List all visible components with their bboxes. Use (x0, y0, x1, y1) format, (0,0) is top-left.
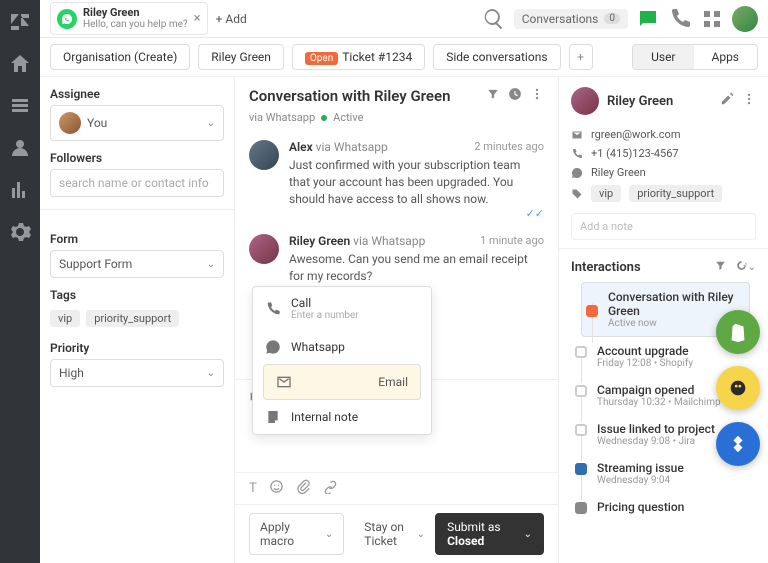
assignee-label: Assignee (50, 87, 224, 101)
customers-icon[interactable] (8, 136, 32, 160)
add-note-input[interactable]: Add a note (571, 213, 756, 240)
history-icon[interactable] (508, 87, 522, 105)
avatar (249, 234, 279, 264)
close-icon[interactable]: × (194, 11, 201, 26)
mail-icon (571, 129, 583, 141)
tab-right-apps[interactable]: Apps (694, 45, 758, 69)
user-avatar[interactable] (732, 6, 758, 32)
channel-whatsapp[interactable]: Whatsapp (253, 330, 431, 364)
assignee-avatar (59, 112, 81, 134)
tab-title: Riley Green (83, 7, 188, 19)
edit-icon[interactable] (720, 92, 734, 110)
form-select[interactable]: Support Form⌄ (50, 250, 224, 278)
message-row: Alex via Whatsapp2 minutes ago Just conf… (249, 140, 544, 220)
whatsapp-icon (571, 167, 583, 179)
read-receipt-icon: ✓✓ (289, 207, 544, 220)
channel-menu: CallEnter a number Whatsapp Email Intern… (252, 286, 432, 435)
tag-vip[interactable]: vip (50, 310, 80, 327)
text-format-icon[interactable]: T (249, 481, 257, 496)
jira-fab[interactable] (716, 422, 760, 466)
whatsapp-icon (57, 9, 77, 29)
tag-priority: priority_support (629, 185, 722, 202)
reports-icon[interactable] (8, 178, 32, 202)
refresh-icon[interactable] (727, 259, 748, 276)
filter-icon[interactable] (706, 259, 727, 276)
phone-icon[interactable] (668, 7, 692, 31)
followers-input[interactable]: search name or contact info (50, 169, 224, 197)
tab-organisation[interactable]: Organisation (Create) (50, 44, 190, 70)
tags-label: Tags (50, 288, 224, 302)
avatar (249, 140, 279, 170)
interaction-item[interactable]: Pricing question (571, 493, 760, 521)
status-dot (321, 115, 327, 121)
topbar: Riley Green Hello, can you help me? × + … (40, 0, 768, 38)
phone-icon (571, 148, 583, 160)
user-avatar (571, 87, 599, 115)
link-icon[interactable] (323, 479, 338, 498)
tab-subtitle: Hello, can you help me? (83, 19, 188, 30)
conversations-pill[interactable]: Conversations 0 (514, 9, 628, 29)
channel-internal-note[interactable]: Internal note (253, 400, 431, 434)
emoji-icon[interactable] (269, 479, 284, 498)
active-ticket-tab[interactable]: Riley Green Hello, can you help me? × (50, 2, 208, 35)
home-icon[interactable] (8, 52, 32, 76)
add-tab-plus[interactable]: + (569, 44, 593, 70)
mailchimp-fab[interactable] (716, 366, 760, 410)
tab-user[interactable]: Riley Green (198, 44, 284, 70)
views-icon[interactable] (8, 94, 32, 118)
settings-icon[interactable] (8, 220, 32, 244)
zendesk-icon[interactable] (8, 10, 32, 34)
apps-grid-icon[interactable] (700, 7, 724, 31)
shopify-fab[interactable] (716, 310, 760, 354)
more-icon[interactable] (742, 92, 756, 110)
priority-select[interactable]: High⌄ (50, 359, 224, 387)
filter-icon[interactable] (486, 87, 500, 105)
nav-rail (0, 0, 40, 563)
app-fabs (716, 310, 760, 466)
tag-vip: vip (591, 185, 621, 202)
properties-panel: Assignee You⌄ Followers search name or c… (40, 77, 235, 563)
tab-right-user[interactable]: User (633, 45, 693, 69)
conv-count: 0 (604, 13, 620, 24)
assignee-select[interactable]: You⌄ (50, 105, 224, 141)
chat-icon[interactable] (636, 7, 660, 31)
attachment-icon[interactable] (296, 479, 311, 498)
add-tab-button[interactable]: + Add (216, 12, 247, 26)
stay-on-ticket[interactable]: Stay on Ticket⌄ (364, 520, 425, 548)
form-label: Form (50, 232, 224, 246)
macro-select[interactable]: Apply macro⌄ (249, 513, 344, 555)
channel-email[interactable]: Email (263, 364, 421, 400)
priority-label: Priority (50, 341, 224, 355)
conversation-title: Conversation with Riley Green (249, 87, 478, 105)
tag-priority[interactable]: priority_support (86, 310, 179, 327)
submit-button[interactable]: Submit as Closed⌄ (435, 513, 544, 555)
channel-call[interactable]: CallEnter a number (253, 287, 431, 330)
tab-ticket[interactable]: OpenTicket #1234 (292, 44, 425, 70)
chevron-down-icon[interactable]: ⌄ (748, 262, 756, 273)
interactions-heading: Interactions (571, 260, 706, 275)
workspace-tabs: Organisation (Create) Riley Green OpenTi… (40, 38, 768, 77)
search-icon[interactable] (482, 7, 506, 31)
more-icon[interactable] (530, 87, 544, 105)
tab-side[interactable]: Side conversations (433, 44, 560, 70)
tag-icon (571, 188, 583, 200)
followers-label: Followers (50, 151, 224, 165)
message-row: Riley Green via Whatsapp1 minute ago Awe… (249, 234, 544, 285)
